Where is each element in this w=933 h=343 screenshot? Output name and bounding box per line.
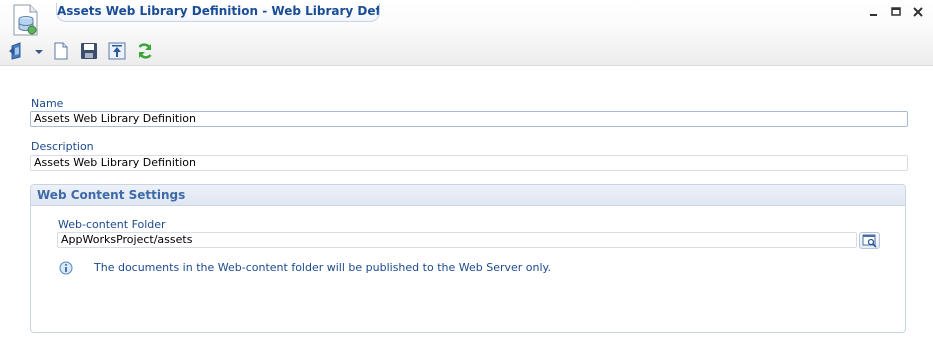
web-library-icon — [13, 4, 38, 36]
info-icon — [59, 261, 73, 275]
description-label: Description — [31, 140, 94, 153]
dropdown-arrow-icon[interactable] — [35, 50, 43, 54]
window-title: Assets Web Library Definition - Web Libr… — [56, 3, 380, 22]
refresh-icon[interactable] — [136, 42, 154, 60]
close-icon[interactable] — [912, 6, 924, 18]
name-field[interactable]: Assets Web Library Definition — [30, 111, 908, 127]
publish-icon[interactable] — [108, 42, 126, 60]
web-content-folder-field[interactable]: AppWorksProject/assets — [57, 232, 857, 248]
web-content-settings-panel: Web Content Settings Web-content Folder … — [30, 184, 906, 333]
back-icon[interactable] — [8, 42, 26, 60]
panel-header: Web Content Settings — [31, 185, 905, 206]
new-document-icon[interactable] — [52, 42, 70, 60]
browse-folder-icon — [862, 234, 877, 248]
save-icon[interactable] — [80, 42, 98, 60]
browse-button[interactable] — [859, 232, 880, 249]
description-field[interactable]: Assets Web Library Definition — [30, 155, 908, 171]
name-label: Name — [31, 97, 64, 110]
web-content-folder-label: Web-content Folder — [58, 218, 166, 231]
info-message: The documents in the Web-content folder … — [94, 261, 551, 274]
maximize-icon[interactable] — [890, 6, 902, 18]
title-bar: Assets Web Library Definition - Web Libr… — [0, 0, 933, 66]
minimize-icon[interactable] — [868, 6, 880, 18]
